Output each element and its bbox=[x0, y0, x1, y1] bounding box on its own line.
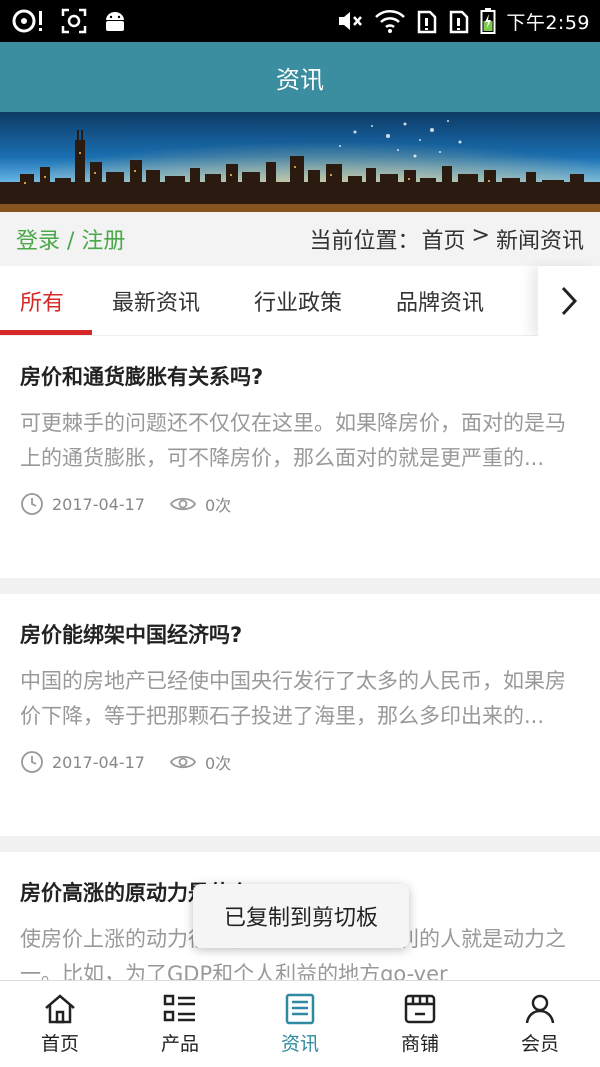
eye-icon bbox=[169, 497, 197, 511]
screenshot-icon bbox=[60, 6, 88, 36]
app-header: 资讯 bbox=[0, 42, 600, 112]
battery-charging-icon bbox=[480, 6, 496, 36]
article-meta: 2017-04-17 0次 bbox=[20, 492, 580, 516]
article-title[interactable]: 房价和通货膨胀有关系吗? bbox=[20, 360, 580, 394]
shop-icon bbox=[404, 994, 436, 1023]
tab-industry-policy[interactable]: 行业政策 bbox=[254, 266, 342, 336]
sim2-icon bbox=[448, 6, 470, 36]
article-views: 0次 bbox=[204, 496, 232, 515]
article-item[interactable]: 房价能绑架中国经济吗? 中国的房地产已经使中国央行发行了太多的人民币，如果房价下… bbox=[0, 594, 600, 836]
home-icon bbox=[45, 993, 75, 1023]
product-list-icon bbox=[163, 994, 195, 1021]
article-date: 2017-04-17 bbox=[52, 494, 145, 514]
article-title[interactable]: 房价能绑架中国经济吗? bbox=[20, 618, 580, 652]
mute-icon bbox=[336, 6, 364, 36]
bottom-nav: 首页 产品 资讯 商铺 会员 bbox=[0, 980, 600, 1067]
divider bbox=[0, 578, 600, 594]
disc-alert-icon bbox=[10, 6, 46, 36]
article-summary: 中国的房地产已经使中国央行发行了太多的人民币，如果房价下降，等于把那颗石子投进了… bbox=[20, 669, 566, 728]
breadcrumb-home-link[interactable]: 首页 bbox=[422, 223, 466, 255]
article-date: 2017-04-17 bbox=[52, 752, 145, 772]
breadcrumb-bar: 登录 / 注册 当前位置： 首页 > 新闻资讯 bbox=[0, 212, 600, 266]
status-bar: 下午2:59 bbox=[0, 0, 600, 42]
chevron-right-icon bbox=[561, 286, 578, 316]
nav-member[interactable]: 会员 bbox=[480, 981, 600, 1067]
tabs-scroll-right-button[interactable] bbox=[538, 266, 600, 336]
user-icon bbox=[525, 994, 555, 1023]
article-views: 0次 bbox=[204, 754, 232, 773]
nav-news-label: 资讯 bbox=[280, 1032, 319, 1055]
wifi-icon bbox=[374, 6, 406, 36]
news-icon bbox=[285, 993, 315, 1024]
breadcrumb-current: 新闻资讯 bbox=[495, 229, 584, 254]
nav-news[interactable]: 资讯 bbox=[240, 981, 360, 1067]
article-summary: 可更棘手的问题还不仅仅在这里。如果降房价，面对的是马上的通货膨胀，可不降房价，那… bbox=[20, 411, 566, 470]
page-title: 资讯 bbox=[276, 65, 324, 94]
breadcrumb-separator: > bbox=[471, 223, 490, 248]
breadcrumb-label: 当前位置： bbox=[309, 229, 420, 254]
tab-brand-news[interactable]: 品牌资讯 bbox=[396, 266, 484, 336]
divider bbox=[0, 836, 600, 852]
article-item[interactable]: 房价和通货膨胀有关系吗? 可更棘手的问题还不仅仅在这里。如果降房价，面对的是马上… bbox=[0, 336, 600, 578]
clock-icon bbox=[21, 751, 43, 773]
tab-all[interactable]: 所有 bbox=[20, 266, 64, 336]
category-tabs: 所有 最新资讯 行业政策 品牌资讯 bbox=[0, 266, 600, 336]
eye-icon bbox=[169, 755, 197, 769]
copied-toast: 已复制到剪切板 bbox=[193, 884, 409, 948]
city-skyline-banner bbox=[0, 112, 600, 212]
breadcrumb: 当前位置： 首页 > 新闻资讯 bbox=[310, 223, 584, 255]
article-meta: 2017-04-17 0次 bbox=[20, 750, 580, 774]
nav-member-label: 会员 bbox=[520, 1032, 559, 1055]
android-icon bbox=[102, 6, 128, 36]
nav-products[interactable]: 产品 bbox=[120, 981, 240, 1067]
sim1-icon bbox=[416, 6, 438, 36]
status-time: 下午2:59 bbox=[506, 11, 590, 34]
active-tab-indicator bbox=[0, 330, 92, 335]
clock-icon bbox=[21, 493, 43, 515]
tab-latest-news[interactable]: 最新资讯 bbox=[112, 266, 200, 336]
skyline-image bbox=[0, 112, 600, 212]
nav-shop-label: 商铺 bbox=[400, 1032, 439, 1055]
login-register-link[interactable]: 登录 / 注册 bbox=[16, 223, 125, 255]
nav-home[interactable]: 首页 bbox=[0, 981, 120, 1067]
nav-products-label: 产品 bbox=[160, 1032, 199, 1055]
nav-home-label: 首页 bbox=[40, 1032, 79, 1055]
nav-shop[interactable]: 商铺 bbox=[360, 981, 480, 1067]
